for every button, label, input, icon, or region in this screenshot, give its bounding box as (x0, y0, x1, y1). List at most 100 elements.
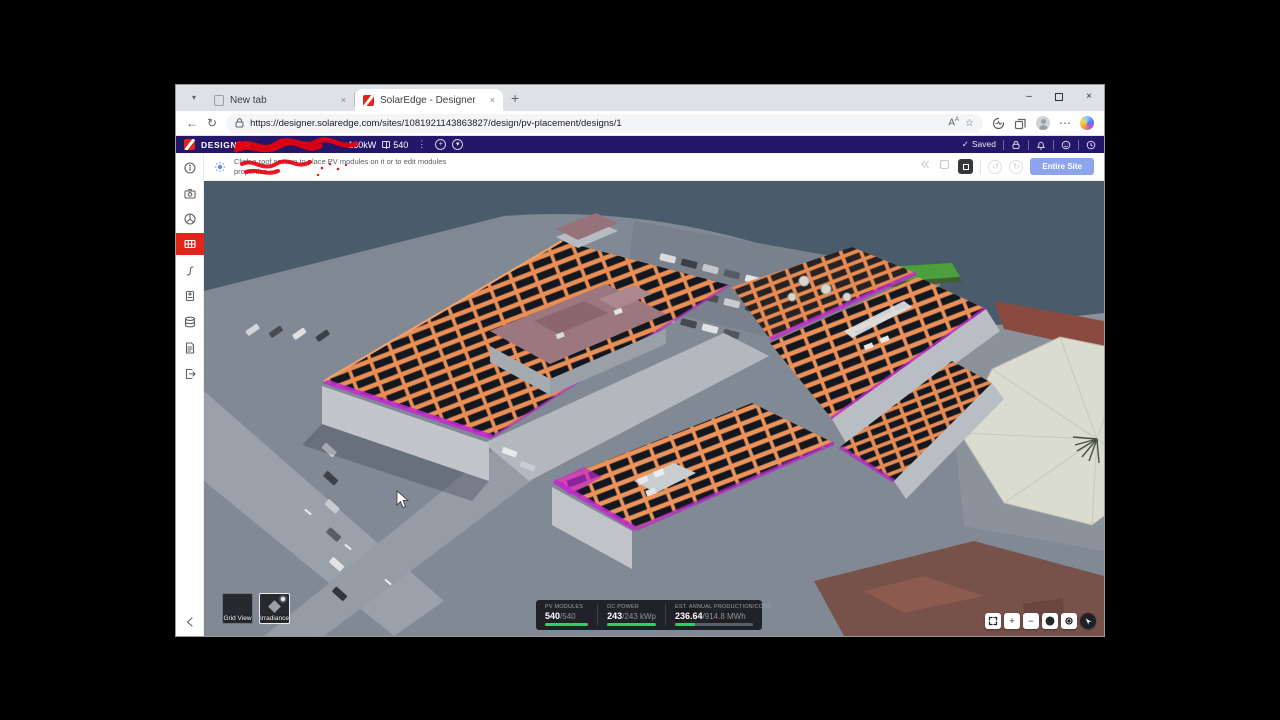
zoom-in-button[interactable]: + (1004, 613, 1020, 629)
url-text: https://designer.solaredge.com/sites/108… (250, 117, 622, 129)
irradiance-tile[interactable]: Irradiance (259, 593, 290, 624)
camera-icon (184, 188, 196, 199)
layers-database-icon (184, 316, 196, 328)
grid-view-tile[interactable]: Grid View (222, 593, 253, 624)
lock-icon (235, 118, 244, 128)
tab-close-icon[interactable]: × (490, 95, 495, 105)
progress-bar (607, 623, 656, 626)
maximize-button[interactable] (1044, 85, 1074, 111)
sidebar-item-electrical[interactable] (176, 285, 204, 307)
stat-dc-power: DC POWER 243/243 kWp (597, 604, 656, 626)
collections-icon[interactable] (1014, 117, 1027, 130)
design-stats-bar: PV MODULES 540/540 DC POWER 243/243 kWp … (536, 600, 773, 630)
progress-bar (545, 623, 589, 626)
profile-avatar[interactable] (1036, 116, 1050, 130)
sidebar-item-imagery[interactable] (176, 183, 204, 205)
select-frame-icon (962, 163, 969, 170)
tab-close-icon[interactable]: × (341, 95, 346, 105)
minimize-button[interactable]: – (1014, 85, 1044, 111)
hint-text: Click a roof section to place PV modules… (234, 156, 447, 176)
sun-hint-icon (214, 161, 226, 172)
sidebar-item-export[interactable] (176, 363, 204, 385)
design-3d-viewport[interactable]: Grid View Irradiance PV MODULES 540/540 (204, 181, 1104, 636)
system-power: 180kW (348, 139, 377, 150)
zoom-out-button[interactable]: − (1023, 613, 1039, 629)
select-frame-tool-button[interactable] (958, 159, 974, 174)
tab-strip: ▾ New tab × SolarEdge - Designer × + – × (176, 85, 1104, 111)
designer-brand: DESIGNER (201, 139, 251, 150)
electrical-icon (185, 290, 195, 302)
grid-view-label: Grid View (223, 615, 252, 622)
module-icon (382, 141, 391, 149)
collapse-panel-icon[interactable] (918, 158, 931, 176)
browser-window: ▾ New tab × SolarEdge - Designer × + – ×… (176, 85, 1104, 636)
chevron-left-icon (186, 617, 193, 627)
solaredge-favicon (363, 94, 374, 106)
center-target-button[interactable] (1061, 613, 1077, 629)
favorite-star-icon[interactable]: ☆ (965, 118, 974, 129)
stat-pv-modules: PV MODULES 540/540 (545, 604, 589, 626)
letterbox-background: ▾ New tab × SolarEdge - Designer × + – ×… (0, 0, 1280, 720)
window-controls: – × (1014, 85, 1104, 111)
left-sidebar (176, 153, 204, 636)
undo-button[interactable]: ↺ (988, 159, 1003, 174)
address-bar-row: ← ↻ https://designer.solaredge.com/sites… (176, 111, 1104, 136)
info-icon (184, 162, 196, 174)
tab-search-chevron-icon[interactable]: ▾ (184, 88, 204, 108)
feedback-icon[interactable] (1061, 140, 1071, 150)
shading-view-button[interactable] (1042, 613, 1058, 629)
compass-button[interactable] (1080, 613, 1096, 629)
back-button[interactable]: ← (186, 116, 198, 130)
sidebar-item-3d-model[interactable] (176, 208, 204, 230)
browser-essentials-icon[interactable] (992, 117, 1005, 130)
frame-icon[interactable] (938, 158, 951, 176)
module-count: 540 (382, 140, 408, 150)
view-mode-tiles: Grid View Irradiance (222, 593, 290, 624)
progress-bar (675, 623, 696, 626)
stat-annual-production: EST. ANNUAL PRODUCTION/CONS. 236.64/914.… (665, 604, 773, 626)
globe-3d-icon (184, 213, 196, 225)
collapse-circle-icon[interactable]: ▾ (452, 139, 464, 150)
url-input[interactable]: https://designer.solaredge.com/sites/108… (226, 113, 983, 133)
read-aloud-icon[interactable]: AA (948, 117, 959, 128)
browser-menu-icon[interactable]: ⋯ (1059, 116, 1071, 130)
solaredge-logo (184, 139, 195, 150)
sidebar-item-pv-placement[interactable] (176, 233, 204, 255)
irradiance-label: Irradiance (260, 615, 289, 622)
export-icon (185, 368, 196, 380)
notifications-bell-icon[interactable] (1036, 140, 1046, 150)
scene-3d-model (204, 181, 1104, 636)
sidebar-collapse[interactable] (176, 611, 204, 633)
close-button[interactable]: × (1074, 85, 1104, 111)
fit-view-button[interactable] (985, 613, 1001, 629)
irradiance-diamond-icon (268, 600, 281, 613)
viewport-controls: + − (985, 613, 1096, 629)
lock-permissions-icon[interactable] (1011, 140, 1021, 150)
maximize-icon (1055, 93, 1063, 101)
refresh-button[interactable]: ↻ (207, 116, 217, 130)
irradiance-sun-icon (281, 597, 285, 601)
tab-new-tab[interactable]: New tab × (206, 89, 354, 111)
hint-toolbar: Click a roof section to place PV modules… (204, 153, 1104, 181)
page-icon (214, 94, 224, 106)
tab-label: SolarEdge - Designer (380, 94, 476, 106)
designer-header: DESIGNER 180kW 540 ⋮ + ▾ ✓ Saved (176, 136, 1104, 153)
header-right-group: ✓ Saved (962, 139, 1096, 150)
document-icon (185, 342, 195, 354)
tab-solaredge-designer[interactable]: SolarEdge - Designer × (355, 89, 503, 111)
sidebar-item-info[interactable] (176, 157, 204, 179)
new-tab-button[interactable]: + (511, 90, 519, 106)
pv-modules-icon (184, 239, 196, 249)
redo-button[interactable]: ↻ (1009, 159, 1024, 174)
tab-label: New tab (230, 94, 267, 106)
header-menu-icon[interactable]: ⋮ (417, 139, 426, 150)
copilot-icon[interactable] (1080, 116, 1094, 130)
saved-status: ✓ Saved (961, 139, 996, 149)
sidebar-item-storage[interactable] (176, 311, 204, 333)
sidebar-item-cabling[interactable] (176, 260, 204, 282)
sidebar-item-report[interactable] (176, 337, 204, 359)
cabling-icon (186, 266, 194, 276)
add-circle-icon[interactable]: + (435, 139, 447, 150)
help-clock-icon[interactable] (1086, 140, 1096, 150)
entire-site-button[interactable]: Entire Site (1030, 158, 1094, 175)
